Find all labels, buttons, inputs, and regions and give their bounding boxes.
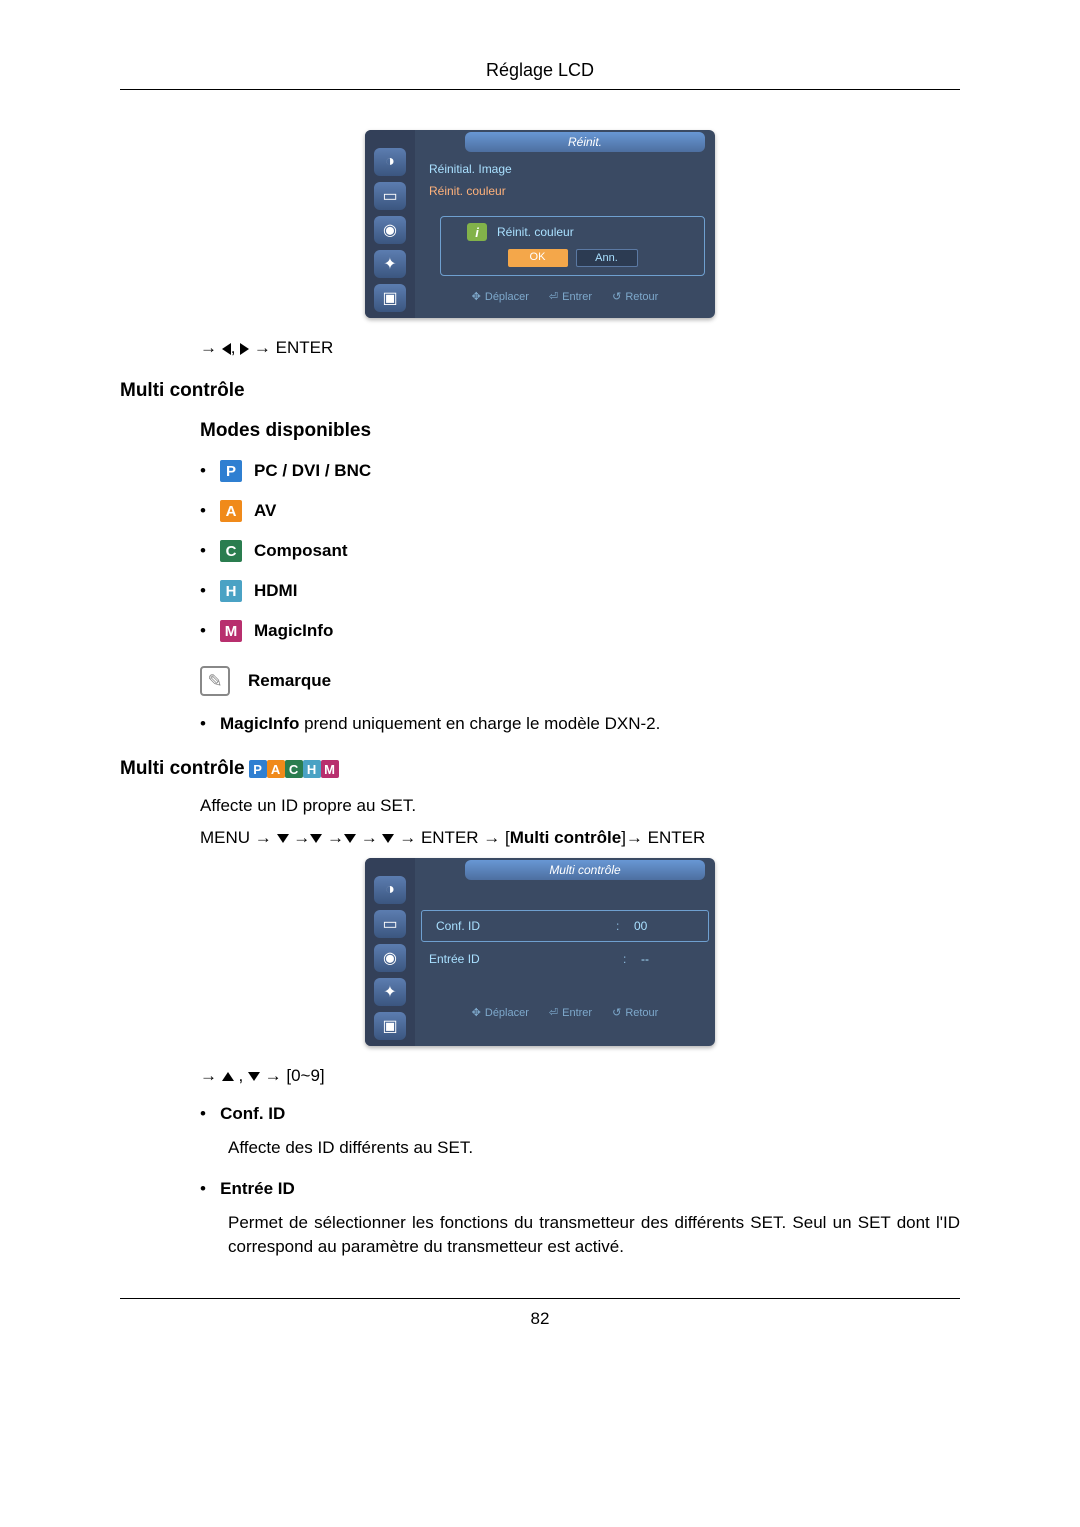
heading-multi-controle-2: Multi contrôle P A C H M: [120, 758, 960, 780]
mode-av-label: AV: [254, 501, 276, 521]
osd2-footer: ✥ Déplacer ⏎ Entrer ↺ Retour: [415, 998, 715, 1025]
bottom-rule: [120, 1298, 960, 1299]
osd-conf-row[interactable]: Conf. ID:00: [421, 910, 709, 942]
enter-icon: ⏎: [549, 1006, 558, 1019]
foot-move2: Déplacer: [485, 1007, 529, 1019]
osd-multi-panel: ◑ ▭ ◉ ✦ ▣ Multi contrôle Conf. ID:00 Ent…: [365, 858, 715, 1046]
right-arrow-icon: [240, 343, 249, 355]
osd2-side-icon-5: ▣: [374, 1012, 406, 1040]
move-icon: ✥: [472, 290, 481, 303]
badge-c-icon: C: [220, 540, 242, 562]
osd-side-icon-4: ✦: [374, 250, 406, 278]
a-icon: A: [267, 760, 285, 778]
osd-dialog-label: Réinit. couleur: [497, 225, 574, 239]
foot-return: Retour: [625, 291, 658, 303]
foot-enter2: Entrer: [562, 1007, 592, 1019]
osd-entree-row[interactable]: Entrée ID:--: [415, 944, 715, 974]
remarque-text-line: • MagicInfo prend uniquement en charge l…: [200, 714, 960, 734]
osd2-side-icon-3: ◉: [374, 944, 406, 972]
note-rest: prend uniquement en charge le modèle DXN…: [299, 714, 660, 733]
mode-item-magicinfo: • M MagicInfo: [200, 620, 960, 642]
badge-p-icon: P: [220, 460, 242, 482]
osd-ok-button[interactable]: OK: [508, 249, 568, 267]
osd2-side-icon-2: ▭: [374, 910, 406, 938]
info-icon: i: [467, 223, 487, 241]
nav-sequence-1: → , → ENTER: [200, 338, 960, 358]
osd-footer: ✥ Déplacer ⏎ Entrer ↺ Retour: [415, 282, 715, 309]
down-arrow-icon: [277, 834, 289, 843]
osd2-side-icon-1: ◑: [374, 876, 406, 904]
mode-item-hdmi: • H HDMI: [200, 580, 960, 602]
osd-reinit-row1: Réinitial. Image: [415, 158, 715, 180]
mode-item-av: • A AV: [200, 500, 960, 522]
up-arrow-icon: [222, 1072, 234, 1081]
entree-id-desc: Permet de sélectionner les fonctions du …: [228, 1211, 960, 1260]
nav-sequence-2: MENU → → → → → ENTER → [Multi contrôle]→…: [200, 828, 960, 848]
foot-return2: Retour: [625, 1007, 658, 1019]
osd-multi-main: Multi contrôle Conf. ID:00 Entrée ID:-- …: [415, 858, 715, 1046]
osd-reinit-dialog: i Réinit. couleur OK Ann.: [440, 216, 705, 276]
osd-side-icons: ◑ ▭ ◉ ✦ ▣: [365, 130, 415, 318]
left-arrow-icon: [222, 343, 231, 355]
mode-comp-label: Composant: [254, 541, 348, 561]
osd2-side-icon-4: ✦: [374, 978, 406, 1006]
down-arrow-icon: [310, 834, 322, 843]
osd2-side-icons: ◑ ▭ ◉ ✦ ▣: [365, 858, 415, 1046]
mode-hdmi-label: HDMI: [254, 581, 297, 601]
osd-reinit-title: Réinit.: [465, 132, 705, 152]
mode-item-composant: • C Composant: [200, 540, 960, 562]
osd-reinit-panel: ◑ ▭ ◉ ✦ ▣ Réinit. Réinitial. Image Réini…: [365, 130, 715, 318]
conf-id-item: • Conf. ID: [200, 1104, 960, 1124]
m-icon: M: [321, 760, 339, 778]
entree-id-item: • Entrée ID: [200, 1179, 960, 1199]
osd-side-icon-1: ◑: [374, 148, 406, 176]
osd-reinit-row2: Réinit. couleur: [415, 180, 715, 202]
heading-modes-disponibles: Modes disponibles: [200, 420, 960, 442]
foot-enter: Entrer: [562, 291, 592, 303]
c-icon: C: [285, 760, 303, 778]
mode-item-pc: • P PC / DVI / BNC: [200, 460, 960, 482]
note-bold: MagicInfo: [220, 714, 299, 733]
osd-side-icon-3: ◉: [374, 216, 406, 244]
affecte-line: Affecte un ID propre au SET.: [200, 796, 960, 816]
osd-side-icon-2: ▭: [374, 182, 406, 210]
return-icon: ↺: [612, 1006, 621, 1019]
osd-multi-title: Multi contrôle: [465, 860, 705, 880]
osd-reinit-main: Réinit. Réinitial. Image Réinit. couleur…: [415, 130, 715, 318]
down-arrow-icon: [382, 834, 394, 843]
down-arrow-icon: [248, 1072, 260, 1081]
down-arrow-icon: [344, 834, 356, 843]
remarque-label: Remarque: [248, 671, 331, 691]
mode-pc-label: PC / DVI / BNC: [254, 461, 371, 481]
badge-h-icon: H: [220, 580, 242, 602]
conf-id-desc: Affecte des ID différents au SET.: [228, 1136, 960, 1161]
osd-side-icon-5: ▣: [374, 284, 406, 312]
foot-move: Déplacer: [485, 291, 529, 303]
page-number: 82: [120, 1309, 960, 1329]
badge-m-icon: M: [220, 620, 242, 642]
nav-sequence-3: → , → [0~9]: [200, 1066, 960, 1086]
heading-multi-controle: Multi contrôle: [120, 380, 960, 402]
badge-a-icon: A: [220, 500, 242, 522]
enter-icon: ⏎: [549, 290, 558, 303]
osd-cancel-button[interactable]: Ann.: [576, 249, 638, 267]
h-icon: H: [303, 760, 321, 778]
remarque-heading: ✎ Remarque: [200, 666, 960, 696]
note-icon: ✎: [200, 666, 230, 696]
move-icon: ✥: [472, 1006, 481, 1019]
p-icon: P: [249, 760, 267, 778]
return-icon: ↺: [612, 290, 621, 303]
page-header: Réglage LCD: [120, 60, 960, 81]
mode-mi-label: MagicInfo: [254, 621, 333, 641]
